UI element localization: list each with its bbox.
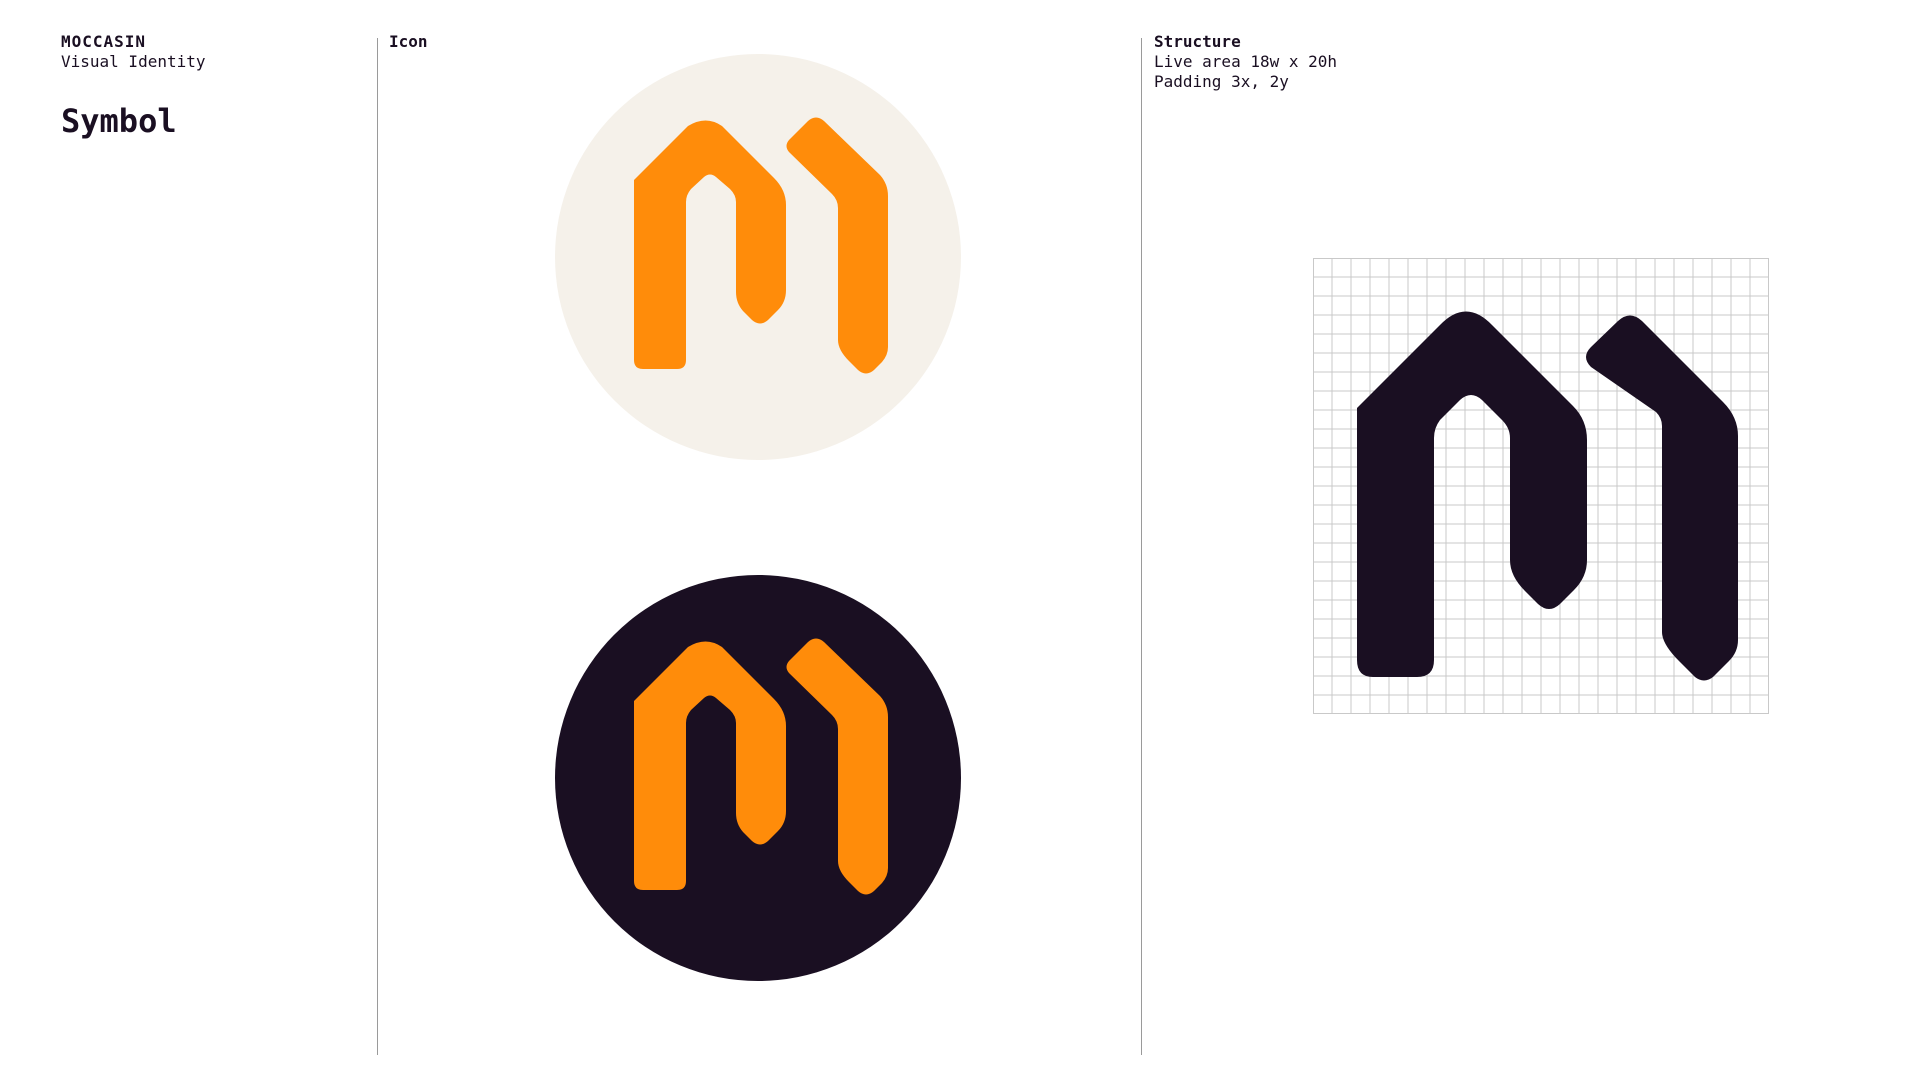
structure-m-icon [1357, 311, 1738, 681]
dark-badge-m-icon [634, 638, 888, 895]
symbol-layer [634, 117, 1738, 895]
light-badge-m-icon [634, 117, 888, 374]
